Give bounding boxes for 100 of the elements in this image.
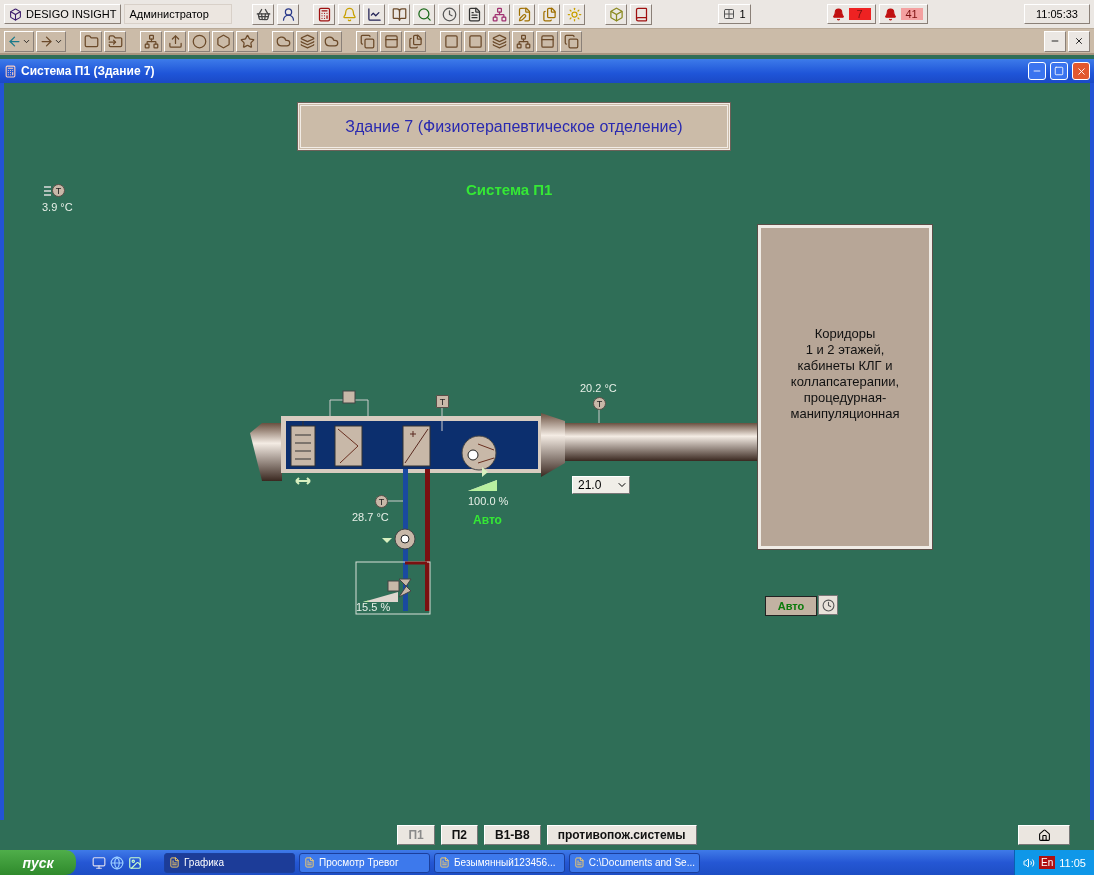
minimize-button[interactable] [1044,30,1066,52]
toolbar-button[interactable] [296,30,318,52]
page-tab[interactable]: противопож.системы [546,825,697,845]
panel-icon [539,33,555,49]
toolbar-button[interactable] [272,30,294,52]
monitor-icon [92,855,106,870]
building-title: Здание 7 (Физиотерапевтическое отделение) [298,103,730,150]
taskbar-task[interactable]: Просмотр Тревог [299,852,430,873]
bell-icon [341,6,357,22]
toolbar-button[interactable] [320,30,342,52]
toolbar-button[interactable] [536,30,558,52]
circle-icon [191,33,207,49]
start-button[interactable]: пуск [0,850,76,875]
page-counter-button[interactable]: 1 [718,4,751,24]
app-logo-button[interactable]: DESIGO INSIGHT [4,4,122,24]
toolbar-button[interactable] [380,30,402,52]
arrow-right-icon [39,33,54,49]
toolbar-button[interactable] [277,3,300,25]
hexagon-icon [215,33,231,49]
window-title: Система П1 (Здание 7) [21,64,156,78]
toolbar-button[interactable] [404,30,426,52]
toolbar-button[interactable] [80,30,102,52]
window-icon [439,857,450,868]
taskbar-task[interactable]: C:\Documents and Se... [569,852,700,873]
toolbar-button[interactable] [438,3,461,25]
maximize-button[interactable] [1050,62,1068,80]
square-icon [443,33,459,49]
toolbar-button[interactable] [356,30,378,52]
window-icon [574,857,585,868]
forward-button[interactable] [36,30,66,52]
panel-icon [383,33,399,49]
toolbar-button[interactable] [440,30,462,52]
book-icon [633,6,649,22]
toolbar-button[interactable] [560,30,582,52]
toolbar-button[interactable] [464,30,486,52]
back-button[interactable] [4,30,34,52]
document-icon [466,6,482,22]
toolbar-button[interactable] [212,30,234,52]
heating-coil-drawing [402,425,431,467]
pump-direction-icon [382,538,392,543]
toolbar-button[interactable] [188,30,210,52]
network-icon [491,6,507,22]
close-icon [1074,36,1084,46]
window-icon [169,857,180,868]
toolbar-button[interactable] [512,30,534,52]
sun-icon [566,6,582,22]
bypass-pipe [405,561,427,565]
alarm-counter-button[interactable]: 41 [878,4,928,24]
taskbar-task[interactable]: Безымянный123456... [434,852,565,873]
damper-drawing [290,420,316,485]
network-icon [143,33,159,49]
basket-icon [255,6,271,22]
toolbar-button[interactable] [488,3,511,25]
minimize-button[interactable] [1028,62,1046,80]
setpoint-field[interactable]: 21.0 [572,476,630,494]
valve-drawing [387,578,412,598]
chart-icon [366,6,382,22]
sensor-probe-line [598,408,600,424]
temperature-sensor[interactable]: T [593,397,606,410]
network-icon [515,33,531,49]
maximize-icon [1054,66,1064,76]
page-tab[interactable]: П2 [440,825,478,845]
close-button[interactable] [1072,62,1090,80]
close-button[interactable] [1068,30,1090,52]
edit-document-icon [516,6,532,22]
folder-icon [83,33,99,49]
toolbar-button[interactable] [313,3,336,25]
schedule-button[interactable] [818,595,838,615]
toolbar-button[interactable] [488,30,510,52]
grid-icon [723,8,736,20]
toolbar-button[interactable] [388,3,411,25]
copy-icon [359,33,375,49]
temperature-sensor[interactable]: T [52,184,65,197]
sensor-probe-line [387,500,404,502]
toolbar-button[interactable] [140,30,162,52]
toolbar-button[interactable] [463,3,486,25]
user-field[interactable]: Администратор [124,4,233,24]
toolbar-button[interactable] [236,30,258,52]
language-indicator[interactable]: En [1039,856,1056,869]
temperature-sensor[interactable]: T [375,495,388,508]
toolbar-button[interactable] [413,3,436,25]
toolbar-button[interactable] [363,3,386,25]
temperature-sensor[interactable]: T [436,395,449,408]
toolbar-button[interactable] [630,3,653,25]
page-tab[interactable]: В1-В8 [484,825,541,845]
clock-icon [441,6,457,22]
fan-direction-icon [482,467,488,477]
upload-icon [167,33,183,49]
temperature-reading: 3.9 °C [42,201,73,213]
taskbar-task[interactable]: Графика [164,852,295,873]
home-button[interactable] [1018,825,1070,845]
fan-mode-label: Авто [473,513,502,527]
toolbar-button[interactable] [104,30,126,52]
folder-arrow-icon [107,33,123,49]
home-icon [1037,828,1051,842]
toolbar-button[interactable] [164,30,186,52]
globe-icon [110,855,124,870]
alarm-count: 7 [848,8,871,20]
toolbar-button[interactable] [252,3,275,25]
fan-drawing [461,435,497,471]
